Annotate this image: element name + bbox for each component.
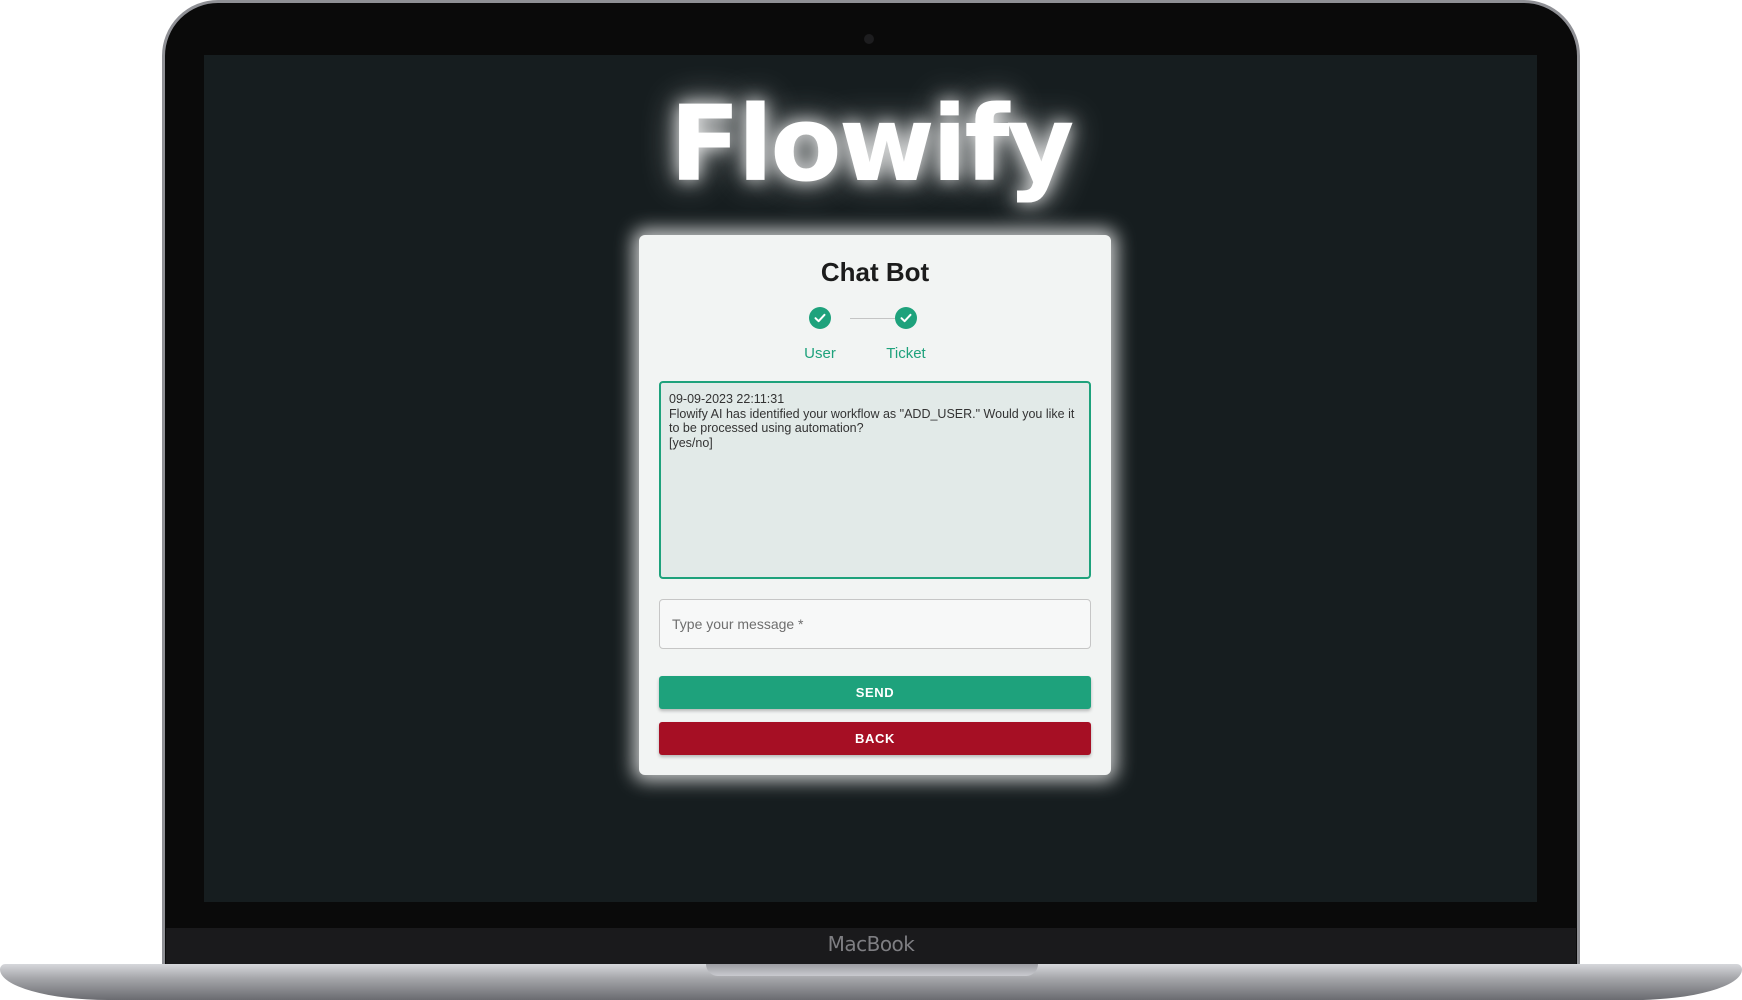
page-title: Chat Bot xyxy=(820,257,930,287)
send-button[interactable]: SEND xyxy=(659,676,1091,709)
bot-message: Flowify AI has identified your workflow … xyxy=(669,406,1078,436)
step-label-ticket: Ticket xyxy=(886,345,926,362)
app-logo: Flowify xyxy=(669,83,1075,205)
app-screen: Flowify Chat Bot User Ticket 09-09-2023 … xyxy=(204,55,1537,902)
stage: Flowify Chat Bot User Ticket 09-09-2023 … xyxy=(0,0,1742,1000)
camera-icon xyxy=(864,34,874,44)
back-button[interactable]: BACK xyxy=(659,722,1091,755)
laptop-base-notch xyxy=(706,964,1038,976)
step-label-user: User xyxy=(804,345,836,362)
step-user-check-icon xyxy=(809,307,831,329)
device-label: MacBook xyxy=(827,932,915,956)
chatbot-card: Chat Bot User Ticket 09-09-2023 22:11:31… xyxy=(639,235,1111,775)
chat-transcript[interactable]: 09-09-2023 22:11:31 Flowify AI has ident… xyxy=(659,381,1091,579)
reply-options: [yes/no] xyxy=(669,435,713,450)
step-ticket-check-icon xyxy=(895,307,917,329)
message-input[interactable] xyxy=(659,599,1091,649)
message-timestamp: 09-09-2023 22:11:31 xyxy=(669,392,785,406)
